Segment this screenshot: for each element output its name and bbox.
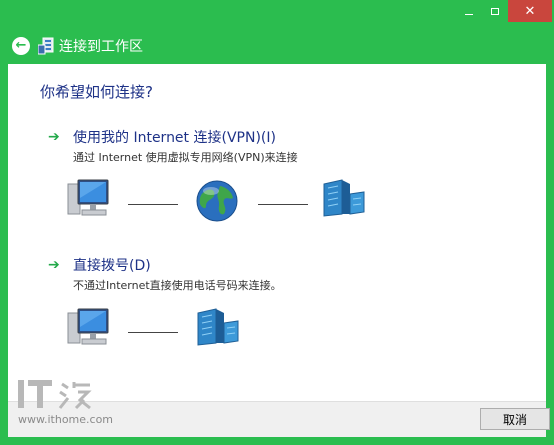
connection-question: 你希望如何连接? (40, 83, 153, 101)
dialup-option-description: 不通过Internet直接使用电话号码来连接。 (73, 279, 282, 292)
green-arrow-icon: ➔ (48, 129, 60, 145)
maximize-icon (491, 7, 499, 15)
dialog-window: ✕ ← 连接到工作区 你希望如何连接? ➔ 使用我的 Internet 连接(V… (0, 0, 554, 445)
vpn-option-title[interactable]: 使用我的 Internet 连接(VPN)(I) (73, 127, 276, 147)
page-title: 连接到工作区 (59, 39, 143, 55)
vpn-option-description: 通过 Internet 使用虚拟专用网络(VPN)来连接 (73, 151, 298, 164)
dialup-option-title[interactable]: 直接拨号(D) (73, 255, 151, 275)
ithome-watermark-logo (18, 380, 92, 410)
computer-icon (67, 179, 109, 216)
globe-icon (196, 180, 238, 222)
minimize-icon (465, 13, 473, 15)
main-content: 你希望如何连接? ➔ 使用我的 Internet 连接(VPN)(I) 通过 I… (8, 64, 546, 401)
close-icon: ✕ (524, 3, 536, 19)
back-arrow-icon: ← (15, 38, 27, 53)
vpn-connector-line (258, 204, 308, 205)
dialup-connector-line (128, 332, 178, 333)
green-arrow-icon: ➔ (48, 257, 60, 273)
watermark-url: www.ithome.com (18, 413, 114, 426)
title-bar[interactable]: ✕ (0, 0, 554, 28)
maximize-button[interactable] (482, 0, 508, 22)
cancel-button[interactable]: 取消 (480, 408, 550, 430)
vpn-connector-line (128, 204, 178, 205)
dialup-diagram (8, 64, 546, 401)
network-connection-icon (38, 37, 54, 55)
workplace-building-icon (323, 179, 365, 217)
wizard-header: ← 连接到工作区 (0, 28, 554, 64)
close-button[interactable]: ✕ (508, 0, 552, 22)
minimize-button[interactable] (456, 0, 482, 22)
workplace-building-icon (197, 308, 239, 346)
back-button[interactable]: ← (12, 37, 30, 55)
computer-icon (67, 308, 109, 345)
vpn-diagram (8, 64, 546, 401)
